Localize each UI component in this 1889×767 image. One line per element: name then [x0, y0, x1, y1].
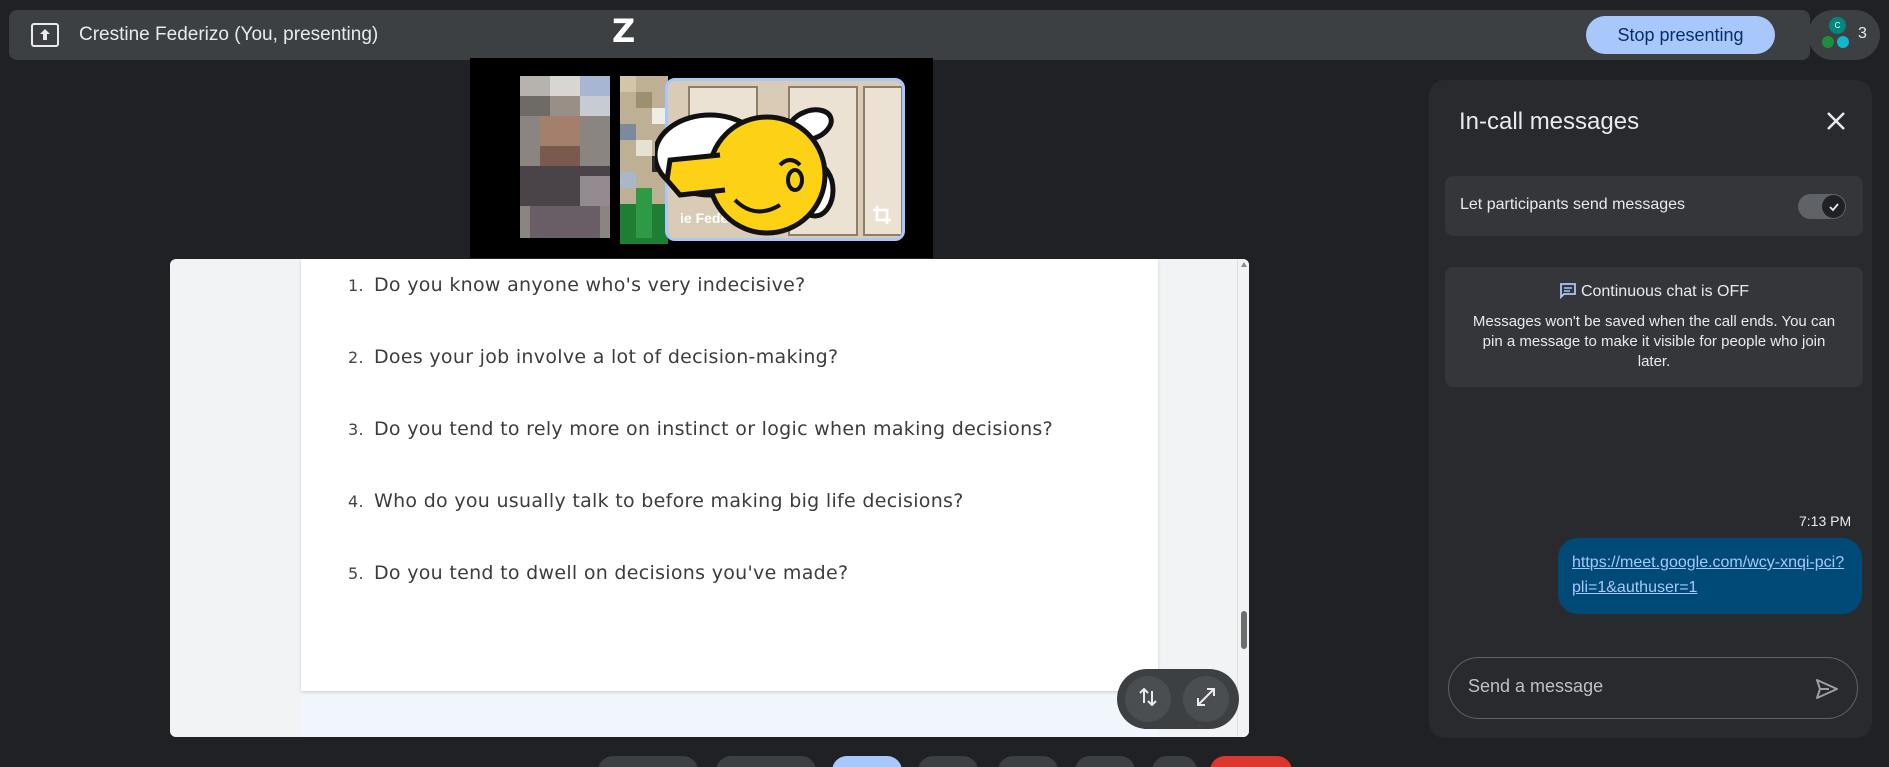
chat-icon: [1560, 283, 1576, 300]
send-messages-toggle[interactable]: [1798, 194, 1846, 219]
swap-view-button[interactable]: [1125, 676, 1171, 722]
bunny-sticker-icon: [652, 95, 865, 250]
close-icon[interactable]: [1825, 110, 1847, 137]
message-input[interactable]: [1468, 676, 1798, 697]
scroll-up-arrow-icon[interactable]: [1241, 262, 1247, 267]
presenter-title: Crestine Federizo (You, presenting): [79, 24, 379, 45]
message-composer: [1448, 657, 1858, 719]
camera-button[interactable]: [716, 756, 816, 767]
send-icon[interactable]: [1815, 677, 1839, 706]
scrollbar-thumb[interactable]: [1241, 611, 1247, 649]
hand-raise-button[interactable]: [1075, 756, 1135, 767]
continuous-chat-body: Messages won't be saved when the call en…: [1472, 313, 1836, 370]
list-item: 1. Do you know anyone who's very indecisi…: [348, 274, 806, 296]
present-to-all-icon: [31, 23, 59, 47]
document-page: [301, 259, 1158, 691]
avatar: [1837, 36, 1849, 48]
meet-window: Crestine Federizo (You, presenting) Stop…: [0, 0, 1889, 767]
continuous-chat-notice: Continuous chat is OFF Messages won't be…: [1445, 267, 1863, 387]
stop-presenting-button[interactable]: Stop presenting: [1586, 16, 1775, 54]
presentation-controls: [1117, 669, 1239, 729]
toggle-label: Let participants send messages: [1460, 196, 1686, 213]
check-icon: [1822, 195, 1845, 218]
list-item: 3. Do you tend to rely more on instinct o…: [348, 418, 1054, 440]
message-bubble: https://meet.google.com/wcy-xnqi-pci?pli…: [1558, 538, 1862, 614]
present-button[interactable]: [832, 756, 902, 767]
sleep-doodle: Z: [612, 12, 636, 50]
list-item: 5. Do you tend to dwell on decisions you'…: [348, 562, 849, 584]
expand-icon: [1195, 686, 1217, 713]
message-timestamp: 7:13 PM: [1799, 513, 1852, 529]
continuous-chat-heading: Continuous chat is OFF: [1445, 282, 1863, 301]
send-messages-setting: Let participants send messages: [1445, 176, 1863, 236]
panel-title: In-call messages: [1459, 108, 1640, 135]
crop-icon[interactable]: [872, 205, 892, 230]
swap-icon: [1137, 686, 1159, 713]
vertical-scrollbar[interactable]: [1237, 259, 1249, 737]
mic-button[interactable]: [598, 756, 698, 767]
list-item: 4. Who do you usually talk to before maki…: [348, 490, 964, 512]
avatar: C: [1829, 17, 1846, 34]
shared-screen: 1. Do you know anyone who's very indecisi…: [170, 259, 1249, 737]
fullscreen-button[interactable]: [1183, 676, 1229, 722]
more-options-button[interactable]: [1152, 756, 1197, 767]
avatar: [1822, 36, 1834, 48]
participant-tile[interactable]: [520, 76, 610, 238]
presenting-bar: Crestine Federizo (You, presenting) Stop…: [9, 10, 1810, 60]
reactions-button[interactable]: [918, 756, 978, 767]
list-item: 2. Does your job involve a lot of decisio…: [348, 346, 839, 368]
participant-count: 3: [1858, 25, 1867, 42]
message-link[interactable]: https://meet.google.com/wcy-xnqi-pci?pli…: [1572, 554, 1844, 596]
document-next-page: [301, 695, 1158, 737]
chat-panel: In-call messages Let participants send m…: [1429, 80, 1872, 738]
captions-button[interactable]: [998, 756, 1058, 767]
participants-button[interactable]: C 3: [1808, 10, 1880, 60]
leave-call-button[interactable]: [1210, 756, 1292, 767]
